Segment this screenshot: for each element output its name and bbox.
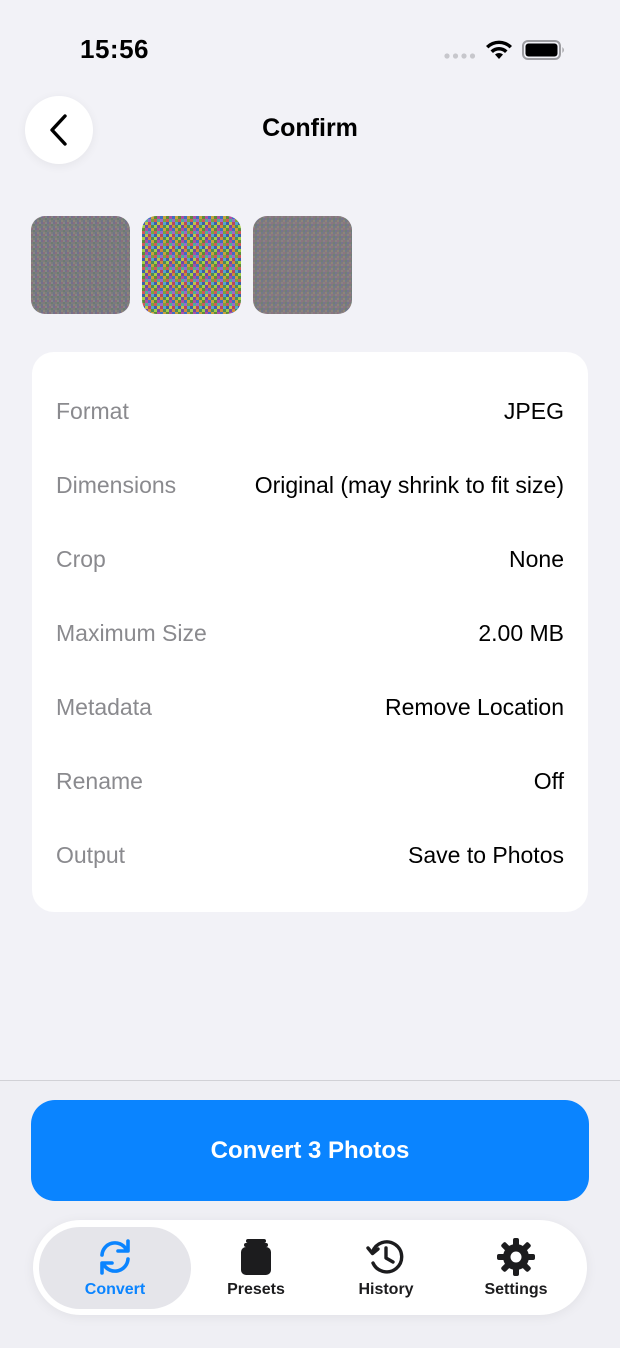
page-title: Confirm	[262, 114, 358, 142]
history-icon	[366, 1239, 404, 1274]
setting-label: Format	[56, 397, 129, 424]
setting-label: Metadata	[56, 693, 152, 720]
battery-icon	[522, 40, 564, 60]
photo-thumbnail-image	[253, 216, 352, 314]
wifi-icon	[486, 40, 512, 59]
tab-history[interactable]: History	[321, 1227, 451, 1309]
photo-thumbnail-image	[142, 216, 241, 314]
setting-row-output: Output Save to Photos	[56, 818, 564, 892]
tab-label: Settings	[484, 1280, 548, 1298]
convert-photos-button[interactable]: Convert 3 Photos	[31, 1100, 589, 1201]
setting-value: 2.00 MB	[478, 619, 564, 646]
setting-label: Maximum Size	[56, 619, 207, 646]
gear-icon	[497, 1237, 535, 1276]
tab-label: History	[358, 1280, 414, 1298]
setting-label: Rename	[56, 767, 143, 794]
cellular-signal-icon	[444, 53, 476, 59]
tab-label: Convert	[84, 1280, 146, 1298]
status-bar: 15:56	[0, 0, 620, 100]
setting-label: Dimensions	[56, 471, 177, 498]
setting-row-maximum-size: Maximum Size 2.00 MB	[56, 596, 564, 670]
tab-bar: Convert Presets History Settings	[33, 1220, 587, 1315]
setting-label: Output	[56, 841, 126, 868]
setting-value: Off	[533, 767, 564, 794]
photo-thumbnails	[31, 216, 352, 314]
photo-thumbnail[interactable]	[253, 216, 352, 314]
presets-icon	[241, 1238, 271, 1275]
setting-value: Original (may shrink to fit size)	[254, 471, 564, 498]
conversion-settings-card: Format JPEG Dimensions Original (may shr…	[32, 352, 588, 912]
setting-value: JPEG	[503, 397, 564, 424]
photo-thumbnail-image	[31, 216, 130, 314]
setting-row-rename: Rename Off	[56, 744, 564, 818]
tab-presets[interactable]: Presets	[191, 1227, 321, 1309]
convert-icon	[100, 1238, 130, 1275]
tab-convert[interactable]: Convert	[39, 1226, 191, 1309]
setting-label: Crop	[56, 545, 106, 572]
setting-value: Remove Location	[385, 693, 564, 720]
setting-value: Save to Photos	[408, 841, 564, 868]
setting-row-format: Format JPEG	[56, 374, 564, 448]
setting-row-dimensions: Dimensions Original (may shrink to fit s…	[56, 448, 564, 522]
tab-settings[interactable]: Settings	[451, 1227, 581, 1309]
photo-thumbnail[interactable]	[31, 216, 130, 314]
setting-value: None	[509, 545, 564, 572]
tab-label: Presets	[227, 1280, 285, 1298]
setting-row-metadata: Metadata Remove Location	[56, 670, 564, 744]
photo-thumbnail[interactable]	[142, 216, 241, 314]
status-time: 15:56	[80, 34, 149, 64]
confirm-screen: 15:56 Confirm Format JPEG Dimensions Ori…	[0, 0, 620, 1348]
setting-row-crop: Crop None	[56, 522, 564, 596]
